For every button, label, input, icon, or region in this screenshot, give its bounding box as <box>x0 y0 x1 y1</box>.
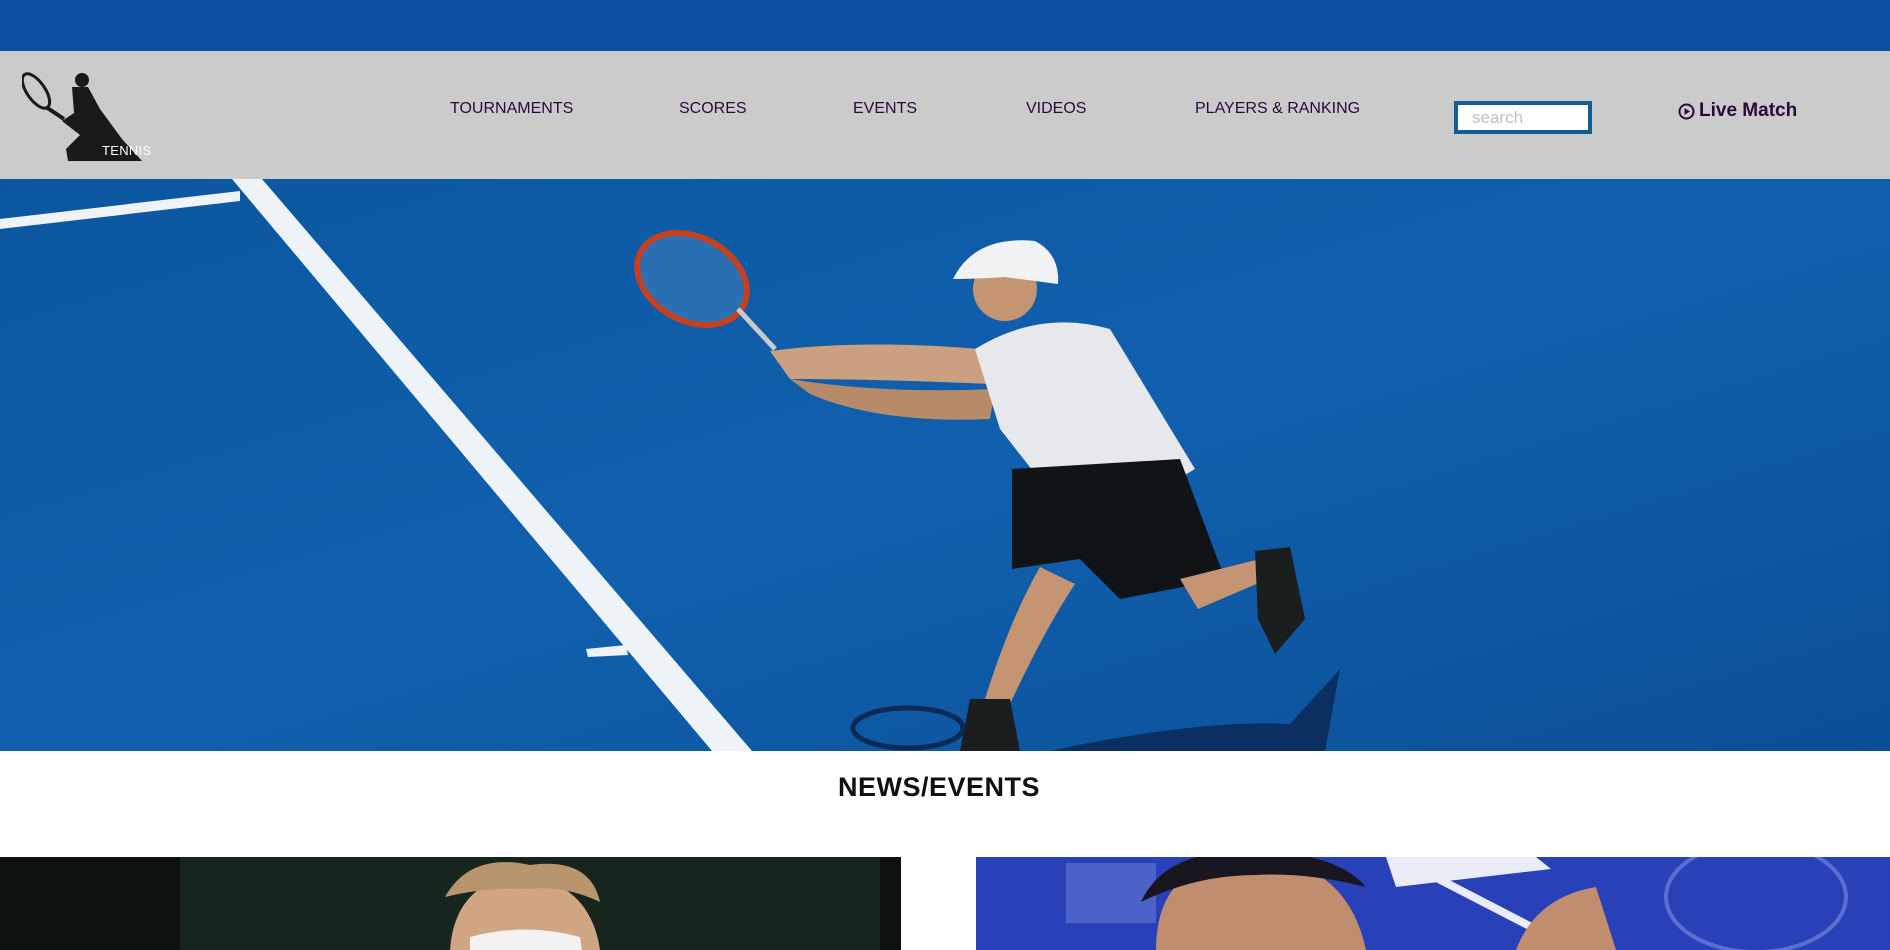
header-navbar: TENNIS TOURNAMENTS SCORES EVENTS VIDEOS … <box>0 51 1890 179</box>
player-photo-left <box>0 857 901 950</box>
live-match-link[interactable]: Live Match <box>1678 98 1797 124</box>
nav-videos[interactable]: VIDEOS <box>1026 100 1086 118</box>
nav-players-ranking[interactable]: PLAYERS & RANKING <box>1195 100 1360 118</box>
nav-scores[interactable]: SCORES <box>679 100 747 118</box>
live-match-label: Live Match <box>1699 100 1798 121</box>
play-circle-icon <box>1678 103 1695 120</box>
news-card-image-right[interactable] <box>976 857 1890 950</box>
player-photo-right <box>976 857 1890 950</box>
nav-events[interactable]: EVENTS <box>853 100 917 118</box>
hero-image <box>0 179 1890 751</box>
tennis-player-photo <box>0 179 1890 751</box>
logo-text: TENNIS <box>102 143 152 158</box>
news-card-image-left[interactable] <box>0 857 901 950</box>
search-input[interactable] <box>1458 105 1588 130</box>
tennis-logo[interactable]: TENNIS <box>20 69 151 165</box>
top-banner-bar <box>0 0 1890 51</box>
nav-tournaments[interactable]: TOURNAMENTS <box>450 100 573 118</box>
search-box <box>1454 101 1592 134</box>
news-events-heading: NEWS/EVENTS <box>837 772 1041 802</box>
